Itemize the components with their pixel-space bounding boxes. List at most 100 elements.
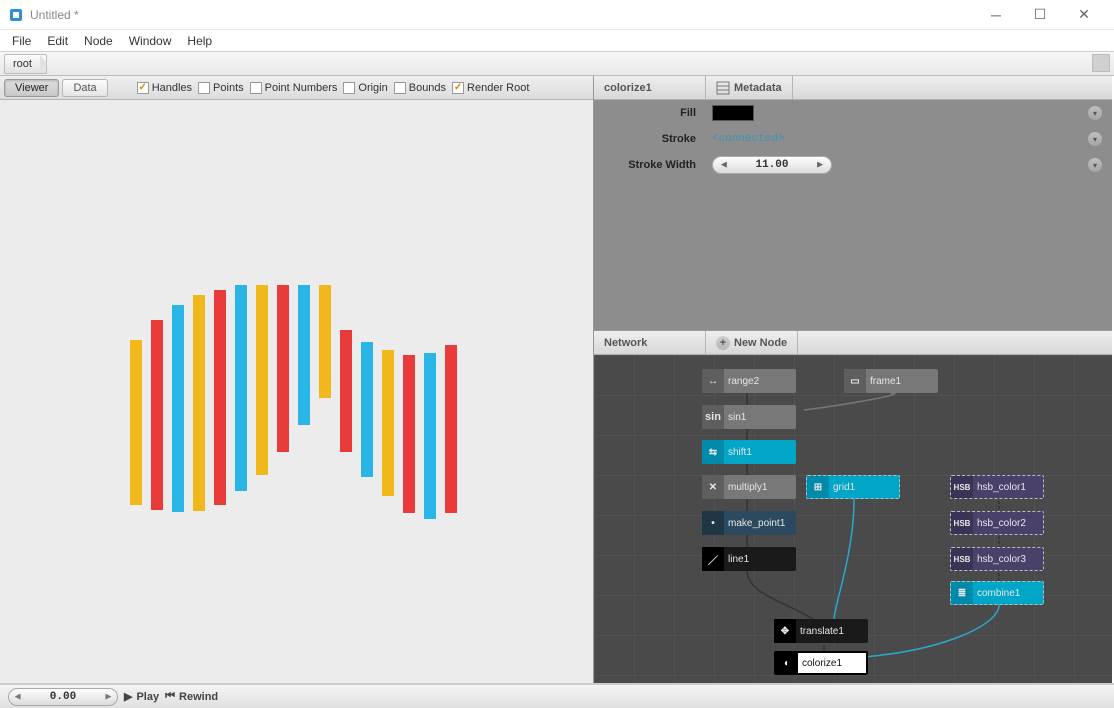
- fill-disclose-icon[interactable]: ▾: [1088, 106, 1102, 120]
- check-origin[interactable]: Origin: [343, 82, 387, 94]
- node-sin1[interactable]: sinsin1: [702, 405, 796, 429]
- network-label: Network: [594, 331, 706, 354]
- viewer-bar: [235, 285, 247, 491]
- frame-spinner-right-icon[interactable]: ▶: [106, 692, 111, 702]
- play-icon: ▶: [124, 690, 132, 703]
- titlebar: Untitled * ─ ☐ ✕: [0, 0, 1114, 30]
- maximize-button[interactable]: ☐: [1018, 0, 1062, 30]
- viewer-bar: [319, 285, 331, 398]
- grid-icon: ⊞: [807, 476, 829, 498]
- shift-icon: ⇆: [702, 440, 724, 464]
- node-hsb-color1[interactable]: HSBhsb_color1: [950, 475, 1044, 499]
- line-icon: ／: [702, 547, 724, 571]
- frame-icon: ▭: [844, 369, 866, 393]
- stroke-width-disclose-icon[interactable]: ▾: [1088, 158, 1102, 172]
- check-points[interactable]: Points: [198, 82, 244, 94]
- prop-row-fill: Fill ▾: [594, 100, 1112, 126]
- viewer-bar: [256, 285, 268, 475]
- hsb-icon: HSB: [951, 548, 973, 570]
- viewer-toolbar: Viewer Data ✓Handles Points Point Number…: [0, 76, 593, 100]
- viewer-bar: [424, 353, 436, 519]
- viewer-bar: [214, 290, 226, 505]
- node-colorize1[interactable]: ◐colorize1: [774, 651, 868, 675]
- frame-spinner-left-icon[interactable]: ◀: [15, 692, 20, 702]
- tab-data[interactable]: Data: [62, 79, 107, 97]
- prop-label-fill: Fill: [594, 107, 706, 119]
- plus-icon: +: [716, 336, 730, 350]
- tab-metadata[interactable]: Metadata: [706, 76, 793, 99]
- check-bounds[interactable]: Bounds: [394, 82, 446, 94]
- combine-icon: ≣: [951, 582, 973, 604]
- network-canvas[interactable]: ↔range2 ▭frame1 sinsin1 ⇆shift1 ✕multipl…: [594, 355, 1112, 683]
- menu-edit[interactable]: Edit: [39, 32, 76, 50]
- hsb-icon: HSB: [951, 476, 973, 498]
- menu-help[interactable]: Help: [179, 32, 220, 50]
- viewer-bars: [130, 285, 457, 519]
- stroke-disclose-icon[interactable]: ▾: [1088, 132, 1102, 146]
- frame-value: 0.00: [50, 691, 76, 703]
- node-grid1[interactable]: ⊞grid1: [806, 475, 900, 499]
- viewer-bar: [403, 355, 415, 513]
- node-hsb-color3[interactable]: HSBhsb_color3: [950, 547, 1044, 571]
- node-range2[interactable]: ↔range2: [702, 369, 796, 393]
- node-frame1[interactable]: ▭frame1: [844, 369, 938, 393]
- check-handles[interactable]: ✓Handles: [137, 82, 192, 94]
- node-shift1[interactable]: ⇆shift1: [702, 440, 796, 464]
- multiply-icon: ✕: [702, 475, 724, 499]
- prop-label-stroke: Stroke: [594, 133, 706, 145]
- range-icon: ↔: [702, 369, 724, 393]
- prop-row-stroke-width: Stroke Width ◀ 11.00 ▶ ▾: [594, 152, 1112, 178]
- translate-icon: ✥: [774, 619, 796, 643]
- app-icon: [8, 7, 24, 23]
- node-make-point1[interactable]: •make_point1: [702, 511, 796, 535]
- window-title: Untitled *: [30, 8, 974, 22]
- menu-file[interactable]: File: [4, 32, 39, 50]
- viewer-canvas[interactable]: [0, 100, 593, 683]
- node-combine1[interactable]: ≣combine1: [950, 581, 1044, 605]
- menu-window[interactable]: Window: [121, 32, 180, 50]
- node-multiply1[interactable]: ✕multiply1: [702, 475, 796, 499]
- spinner-left-icon[interactable]: ◀: [717, 160, 731, 170]
- menu-node[interactable]: Node: [76, 32, 121, 50]
- tab-viewer[interactable]: Viewer: [4, 79, 59, 97]
- fill-color-swatch[interactable]: [712, 105, 754, 121]
- viewer-bar: [361, 342, 373, 477]
- viewer-bar: [193, 295, 205, 511]
- prop-row-stroke: Stroke <connected> ▾: [594, 126, 1112, 152]
- stroke-width-spinner[interactable]: ◀ 11.00 ▶: [712, 156, 832, 174]
- viewer-bar: [445, 345, 457, 513]
- breadcrumb-root[interactable]: root: [4, 54, 47, 74]
- minimize-button[interactable]: ─: [974, 0, 1018, 30]
- prop-label-stroke-width: Stroke Width: [594, 159, 706, 171]
- check-point-numbers[interactable]: Point Numbers: [250, 82, 338, 94]
- viewer-bar: [340, 330, 352, 452]
- viewer-bar: [172, 305, 184, 512]
- check-render-root[interactable]: ✓Render Root: [452, 82, 529, 94]
- properties-panel: Fill ▾ Stroke <connected> ▾ Stroke Width…: [594, 100, 1112, 330]
- node-line1[interactable]: ／line1: [702, 547, 796, 571]
- viewer-bar: [151, 320, 163, 510]
- viewer-bar: [130, 340, 142, 505]
- spinner-right-icon[interactable]: ▶: [813, 160, 827, 170]
- node-translate1[interactable]: ✥translate1: [774, 619, 868, 643]
- breadcrumb-label: root: [13, 58, 32, 70]
- play-button[interactable]: ▶Play: [124, 690, 159, 703]
- close-button[interactable]: ✕: [1062, 0, 1106, 30]
- stroke-connected-text: <connected>: [712, 133, 785, 145]
- node-hsb-color2[interactable]: HSBhsb_color2: [950, 511, 1044, 535]
- stroke-width-value: 11.00: [755, 159, 788, 171]
- rewind-button[interactable]: ⏮Rewind: [165, 690, 218, 703]
- properties-header: colorize1 Metadata: [594, 76, 1112, 100]
- metadata-icon: [716, 81, 730, 95]
- breadcrumb-end-cap: [1092, 54, 1110, 72]
- viewer-pane: Viewer Data ✓Handles Points Point Number…: [0, 76, 594, 683]
- frame-spinner[interactable]: ◀ 0.00 ▶: [8, 688, 118, 706]
- viewer-bar: [382, 350, 394, 496]
- hsb-icon: HSB: [951, 512, 973, 534]
- new-node-button[interactable]: + New Node: [706, 331, 798, 354]
- network-header: Network + New Node: [594, 331, 1112, 355]
- sin-icon: sin: [702, 405, 724, 429]
- playbar: ◀ 0.00 ▶ ▶Play ⏮Rewind: [0, 684, 1114, 708]
- rewind-icon: ⏮: [165, 690, 175, 703]
- menubar: File Edit Node Window Help: [0, 30, 1114, 52]
